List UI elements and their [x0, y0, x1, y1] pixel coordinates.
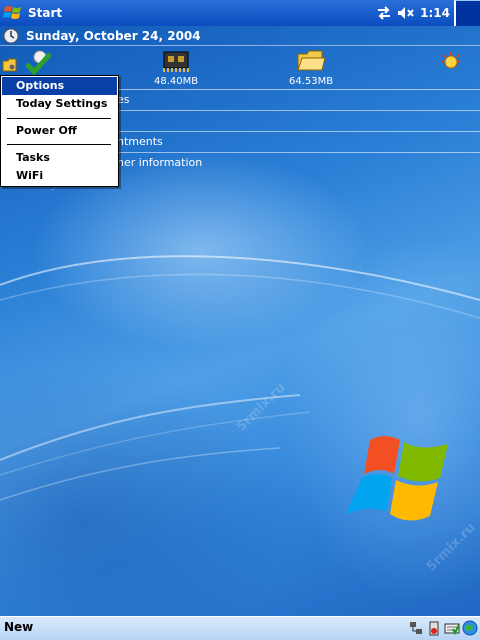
- today-line-owner-text: ner information: [117, 156, 203, 169]
- menu-item-wifi[interactable]: WiFi: [2, 167, 117, 185]
- settings-folder-icon[interactable]: [2, 58, 18, 72]
- ok-box[interactable]: [454, 0, 480, 26]
- speaker-muted-icon[interactable]: [396, 3, 416, 23]
- connectivity-icon[interactable]: [374, 3, 394, 23]
- windows-flag-icon[interactable]: [0, 0, 26, 26]
- today-date-row[interactable]: Sunday, October 24, 2004: [0, 26, 480, 46]
- memory-value: 48.40MB: [154, 76, 199, 87]
- storage-status[interactable]: 64.53MB: [289, 48, 333, 87]
- memory-status[interactable]: 48.40MB: [154, 48, 198, 87]
- clock[interactable]: 1:14: [420, 6, 450, 20]
- alarm-icon[interactable]: [440, 50, 462, 72]
- new-button[interactable]: New: [4, 620, 33, 634]
- context-menu: Options Today Settings Power Off Tasks W…: [0, 75, 119, 187]
- clock-icon: [3, 28, 19, 43]
- bottom-bar: New: [0, 616, 480, 640]
- title-bar: Start 1:14: [0, 0, 480, 26]
- network-icon[interactable]: [408, 619, 424, 637]
- globe-icon[interactable]: [462, 619, 478, 637]
- owner-check-icon[interactable]: [24, 48, 54, 78]
- today-line-appointments-text: ntments: [117, 135, 163, 148]
- system-tray: [406, 619, 478, 637]
- menu-item-options[interactable]: Options: [2, 77, 117, 95]
- menu-separator: [7, 118, 111, 119]
- menu-separator: [7, 144, 111, 145]
- storage-value: 64.53MB: [289, 76, 334, 87]
- menu-item-today-settings[interactable]: Today Settings: [2, 95, 117, 113]
- keyboard-icon[interactable]: [444, 619, 460, 637]
- menu-item-tasks[interactable]: Tasks: [2, 149, 117, 167]
- battery-icon[interactable]: [426, 619, 442, 637]
- today-date: Sunday, October 24, 2004: [26, 28, 201, 43]
- menu-item-power-off[interactable]: Power Off: [2, 122, 117, 140]
- start-label[interactable]: Start: [28, 6, 62, 20]
- windows-logo: [346, 436, 448, 521]
- open-folder-icon: [297, 50, 326, 71]
- memory-chip-icon: [163, 51, 190, 72]
